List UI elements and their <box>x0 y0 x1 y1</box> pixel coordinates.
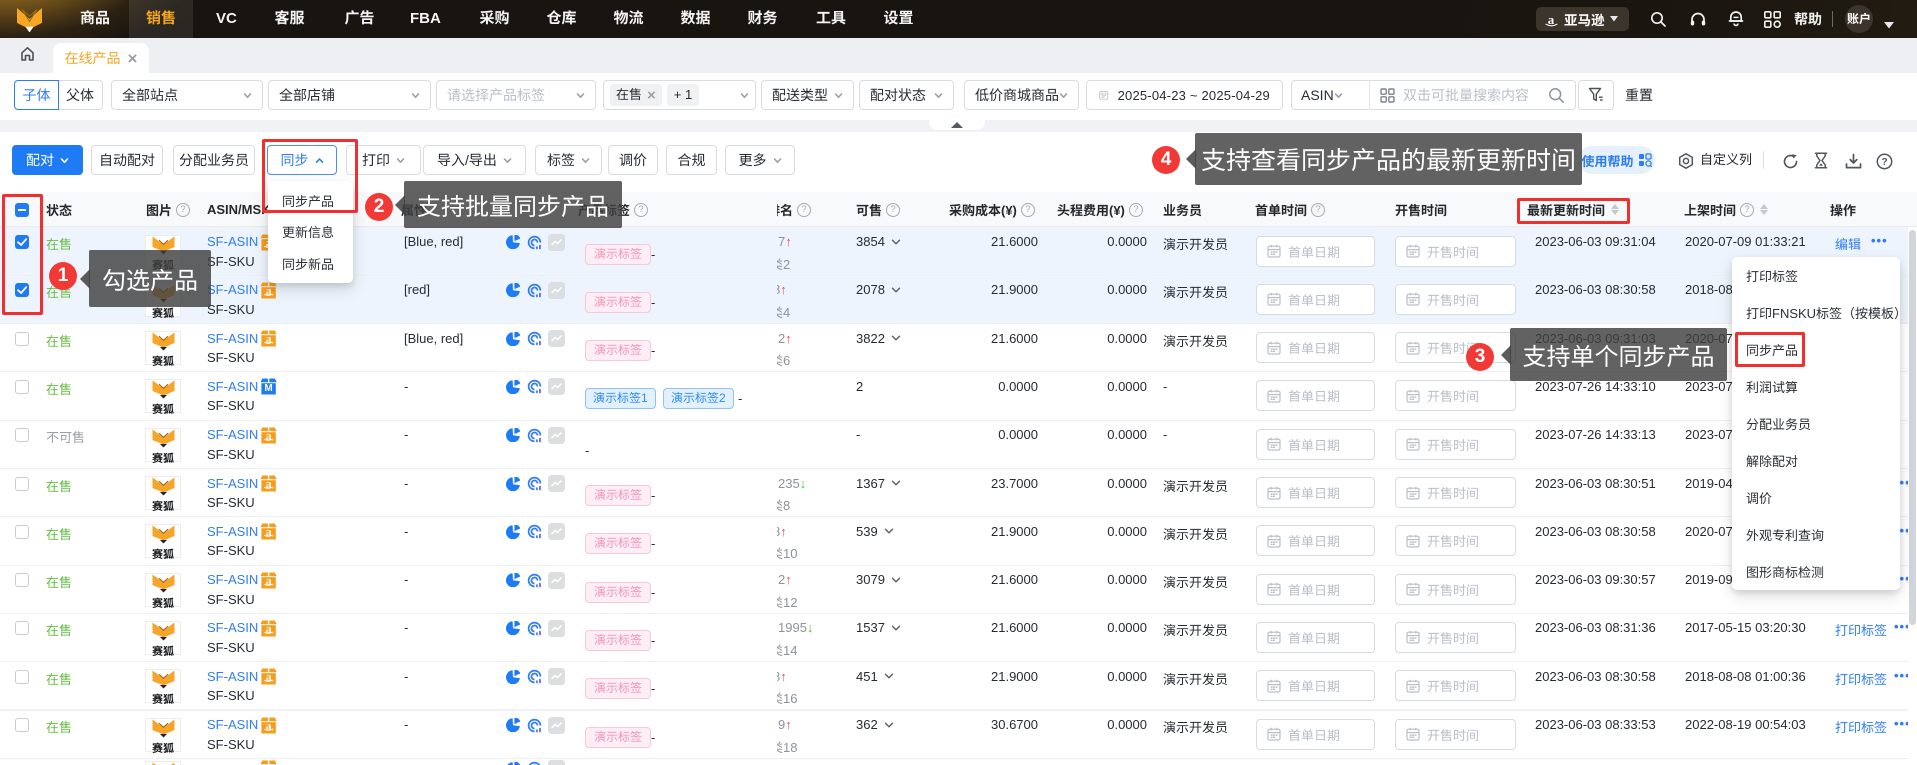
svg-text:M: M <box>264 383 272 394</box>
svg-text:?: ? <box>1881 157 1887 168</box>
svg-text:a: a <box>1548 12 1555 27</box>
